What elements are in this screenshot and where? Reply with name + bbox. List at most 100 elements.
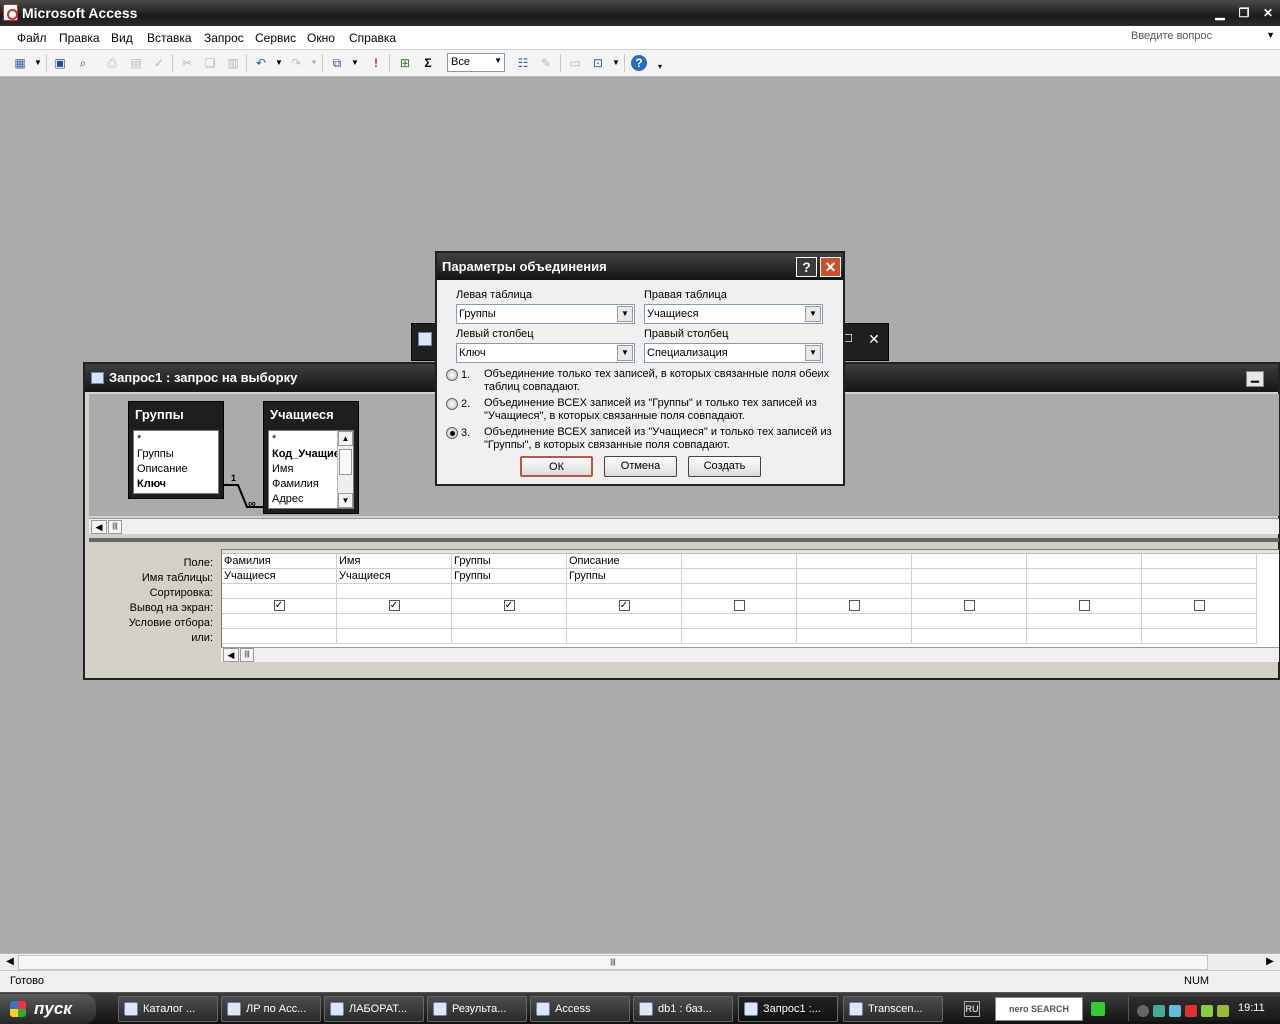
totals-icon[interactable]: Σ — [420, 55, 436, 71]
grid-cell-show[interactable] — [797, 599, 912, 614]
right-table-select[interactable]: Учащиеся ▼ — [644, 304, 823, 324]
grid-cell-criteria[interactable] — [797, 614, 912, 629]
chevron-down-icon[interactable]: ▼ — [608, 55, 624, 71]
show-checkbox[interactable] — [848, 600, 860, 611]
chevron-down-icon[interactable]: ▼ — [617, 306, 633, 322]
chevron-down-icon[interactable]: ▼ — [271, 55, 287, 71]
ok-button[interactable]: ОК — [520, 456, 593, 477]
left-column-select[interactable]: Ключ ▼ — [456, 343, 635, 363]
taskbar-button-active[interactable]: Запрос1 :... — [738, 996, 838, 1022]
grid-cell-show[interactable] — [1027, 599, 1142, 614]
grid-cell-show[interactable] — [912, 599, 1027, 614]
grid-cell-table[interactable]: Учащиеся — [337, 569, 452, 584]
close-icon[interactable]: ✕ — [1258, 4, 1278, 22]
nvidia-icon[interactable] — [1201, 1005, 1213, 1017]
spelling-icon[interactable]: ✓ — [151, 55, 167, 71]
scroll-thumb[interactable]: ||| — [18, 955, 1208, 970]
left-table-select[interactable]: Группы ▼ — [456, 304, 635, 324]
grid-cell-criteria[interactable] — [912, 614, 1027, 629]
monitor-icon[interactable] — [1169, 1005, 1181, 1017]
paste-icon[interactable]: ▥ — [225, 55, 241, 71]
relationship-line[interactable] — [89, 394, 289, 516]
menu-window[interactable]: Окно — [307, 31, 335, 45]
grid-scrollbar[interactable]: ◀ ||| — [221, 647, 1279, 662]
scroll-up-icon[interactable]: ▲ — [338, 431, 353, 446]
grid-cell-or[interactable] — [682, 629, 797, 644]
right-column-select[interactable]: Специализация ▼ — [644, 343, 823, 363]
menu-insert[interactable]: Вставка — [147, 31, 192, 45]
grid-cell-field[interactable]: Описание — [567, 554, 682, 569]
chevron-left-icon[interactable] — [1137, 1005, 1149, 1017]
table-pane-scrollbar[interactable]: ◀ ||| — [89, 518, 1279, 534]
taskbar-button[interactable]: Transcen... — [843, 996, 943, 1022]
chevron-down-icon[interactable]: ▼ — [306, 55, 322, 71]
scroll-thumb[interactable]: ||| — [108, 520, 122, 534]
tray-app-icon[interactable] — [1217, 1005, 1229, 1017]
taskbar-button[interactable]: ЛАБОРАТ... — [324, 996, 424, 1022]
grid-cell-criteria[interactable] — [337, 614, 452, 629]
minimize-icon[interactable]: ▁ — [1246, 371, 1264, 387]
grid-cell-sort[interactable] — [1027, 584, 1142, 599]
grid-cell-show[interactable]: ✓ — [452, 599, 567, 614]
scroll-left-icon[interactable]: ◀ — [223, 648, 239, 662]
network-icon[interactable] — [1153, 1005, 1165, 1017]
join-option-1-text[interactable]: Объединение только тех записей, в которы… — [484, 368, 840, 394]
grid-cell-or[interactable] — [1027, 629, 1142, 644]
grid-cell-table[interactable]: Группы — [452, 569, 567, 584]
scroll-down-icon[interactable]: ▼ — [338, 493, 353, 508]
database-window-icon[interactable]: ▭ — [567, 55, 583, 71]
new-object-icon[interactable]: ⊡ — [590, 55, 606, 71]
grid-cell-sort[interactable] — [222, 584, 337, 599]
grid-cell-or[interactable] — [567, 629, 682, 644]
grid-cell-field[interactable] — [797, 554, 912, 569]
join-option-3-radio[interactable] — [446, 427, 458, 439]
menu-tools[interactable]: Сервис — [255, 31, 296, 45]
grid-cell-table[interactable] — [797, 569, 912, 584]
join-option-2-radio[interactable] — [446, 398, 458, 410]
grid-cell-field[interactable]: Группы — [452, 554, 567, 569]
grid-cell-show[interactable]: ✓ — [337, 599, 452, 614]
grid-cell-or[interactable] — [797, 629, 912, 644]
grid-cell-sort[interactable] — [337, 584, 452, 599]
show-checkbox[interactable] — [963, 600, 975, 611]
scroll-thumb[interactable]: ||| — [240, 648, 254, 662]
grid-cell-or[interactable] — [452, 629, 567, 644]
grid-cell-field[interactable] — [682, 554, 797, 569]
help-icon[interactable]: ? — [796, 257, 817, 277]
grid-cell-show[interactable] — [682, 599, 797, 614]
language-indicator[interactable]: RU — [964, 1001, 980, 1017]
show-checkbox[interactable]: ✓ — [388, 600, 400, 611]
grid-cell-criteria[interactable] — [1027, 614, 1142, 629]
undo-icon[interactable]: ↶ — [253, 55, 269, 71]
field-list-scrollbar[interactable]: ▲ ▼ — [337, 431, 353, 508]
cut-icon[interactable]: ✂ — [179, 55, 195, 71]
grid-cell-table[interactable] — [1142, 569, 1257, 584]
nero-search-box[interactable]: nero SEARCH — [995, 997, 1083, 1021]
grid-cell-field[interactable]: Фамилия — [222, 554, 337, 569]
show-checkbox[interactable] — [1078, 600, 1090, 611]
menu-help[interactable]: Справка — [349, 31, 396, 45]
chevron-down-icon[interactable]: ▼ — [617, 345, 633, 361]
close-icon[interactable]: ✕ — [820, 257, 841, 277]
taskbar-button[interactable]: Access — [530, 996, 630, 1022]
chevron-down-icon[interactable]: ▼ — [30, 55, 46, 71]
show-checkbox[interactable] — [1193, 600, 1205, 611]
grid-cell-table[interactable] — [682, 569, 797, 584]
pane-splitter[interactable] — [89, 538, 1279, 542]
grid-cell-table[interactable] — [1027, 569, 1142, 584]
redo-icon[interactable]: ↷ — [288, 55, 304, 71]
grid-cell-or[interactable] — [912, 629, 1027, 644]
antivirus-icon[interactable] — [1185, 1005, 1197, 1017]
scroll-left-icon[interactable]: ◀ — [2, 955, 18, 970]
grid-cell-show[interactable]: ✓ — [567, 599, 682, 614]
taskbar-button[interactable]: ЛР по Acc... — [221, 996, 321, 1022]
grid-cell-field[interactable]: Имя — [337, 554, 452, 569]
grid-column-selector-bar[interactable] — [222, 550, 1279, 554]
cancel-button[interactable]: Отмена — [604, 456, 677, 477]
grid-cell-sort[interactable] — [682, 584, 797, 599]
run-icon[interactable]: ! — [368, 55, 384, 71]
grid-cell-show[interactable] — [1142, 599, 1257, 614]
arrow-right-icon[interactable] — [1091, 1002, 1105, 1016]
menu-edit[interactable]: Правка — [59, 31, 100, 45]
chevron-down-icon[interactable]: ▼ — [347, 55, 363, 71]
